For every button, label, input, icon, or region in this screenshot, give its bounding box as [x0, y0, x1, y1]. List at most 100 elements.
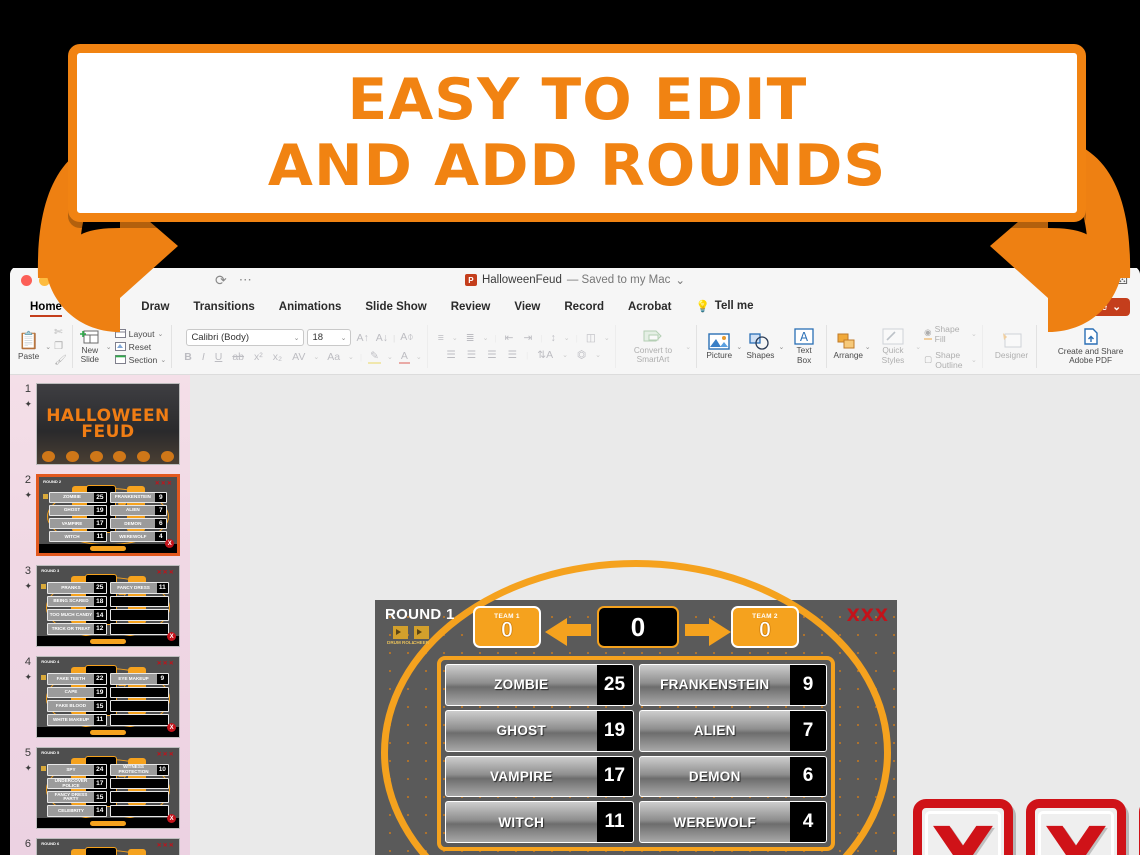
chevron-down-icon[interactable]: ⌄	[452, 334, 458, 342]
center-score-box[interactable]: 0	[597, 606, 679, 648]
paste-chevron-icon[interactable]: ⌄	[45, 343, 51, 351]
tab-tell-me[interactable]: 💡 Tell me	[683, 299, 765, 317]
chevron-down-icon[interactable]: ⌄	[564, 334, 570, 342]
slide-thumb-card[interactable]: ROUND 3✕✕✕0⬅0➡0PRANKS25FANCY DRESS11BEIN…	[36, 565, 180, 647]
slide-thumb-card[interactable]: ROUND 6✕✕✕0⬅0➡0X	[36, 838, 180, 855]
chevron-down-icon[interactable]: ⌄	[604, 334, 610, 342]
underline-button[interactable]: U	[213, 351, 225, 363]
strike-1[interactable]: X	[913, 799, 1013, 855]
arrange-chevron-icon[interactable]: ⌄	[865, 343, 871, 351]
answer-cell-left[interactable]: VAMPIRE 17	[445, 755, 634, 798]
slide-thumb-card[interactable]: ROUND 5✕✕✕0⬅0➡0SPY24WITNESS PROTECTION10…	[36, 747, 180, 829]
chevron-down-icon[interactable]: ⌄	[313, 353, 319, 361]
numbering-button[interactable]: ≣	[464, 332, 477, 344]
slide-thumbnail-pane[interactable]: 1 ✦ HALLOWEEN FEUD 2✦ROUND 2✕✕✕0⬅0➡0ZOMB…	[10, 375, 190, 855]
picture-button[interactable]: Picture	[705, 333, 733, 360]
picture-icon	[708, 333, 730, 350]
slide-thumbnail-4[interactable]: 4✦ROUND 4✕✕✕0⬅0➡0FAKE TEETH22EYE MAKEUP9…	[10, 652, 190, 743]
align-center-button[interactable]: ☰	[465, 349, 478, 361]
slide-thumbnail-5[interactable]: 5✦ROUND 5✕✕✕0⬅0➡0SPY24WITNESS PROTECTION…	[10, 743, 190, 834]
columns-button[interactable]: ◫	[584, 332, 598, 344]
italic-button[interactable]: I	[200, 351, 207, 363]
chevron-down-icon[interactable]: ⌄	[387, 353, 393, 361]
text-box-button[interactable]: A Text Box	[787, 328, 820, 365]
subscript-button[interactable]: x₂	[271, 351, 284, 363]
font-color-button[interactable]: A	[398, 350, 410, 364]
tab-slide-show[interactable]: Slide Show	[353, 301, 438, 317]
slide-thumbnail-1[interactable]: 1 ✦ HALLOWEEN FEUD	[10, 379, 190, 470]
tab-view[interactable]: View	[502, 301, 552, 317]
section-button[interactable]: Section ⌄	[114, 355, 166, 365]
answer-cell-right[interactable]: WEREWOLF 4	[638, 801, 827, 843]
mini-answer-left: TOO MUCH CANDY 14	[46, 609, 107, 622]
justify-button[interactable]: ☰	[506, 349, 519, 361]
paste-button[interactable]: 📋 Paste	[15, 331, 42, 361]
clear-formatting-button[interactable]: A⌽	[398, 331, 415, 344]
mini-answer-left: GHOST 19	[48, 505, 107, 517]
align-text-button[interactable]: ⏣	[575, 349, 588, 361]
strike-2[interactable]: X	[1026, 799, 1126, 855]
align-right-button[interactable]: ☰	[485, 349, 498, 361]
slide-thumb-card[interactable]: HALLOWEEN FEUD	[36, 383, 180, 465]
chevron-down-icon[interactable]: ⌄	[348, 353, 354, 361]
drum-roll-sound-button[interactable]: DRUM ROLL	[387, 626, 415, 645]
bold-button[interactable]: B	[182, 351, 194, 363]
tab-acrobat[interactable]: Acrobat	[616, 301, 683, 317]
new-slide-chevron-icon[interactable]: ⌄	[106, 343, 112, 351]
designer-button[interactable]: Designer	[992, 332, 1031, 360]
slide-thumb-card[interactable]: ROUND 4✕✕✕0⬅0➡0FAKE TEETH22EYE MAKEUP9CA…	[36, 656, 180, 738]
shapes-button[interactable]: Shapes	[745, 333, 775, 360]
mini-answer-points: 14	[94, 806, 106, 816]
slide-thumbnail-2[interactable]: 2✦ROUND 2✕✕✕0⬅0➡0ZOMBIE25FRANKENSTEIN9GH…	[10, 470, 190, 561]
smartart-chevron-icon[interactable]: ⌄	[685, 343, 691, 351]
text-highlight-button[interactable]: ✎	[368, 350, 381, 364]
team1-score-box[interactable]: TEAM 1 0	[473, 606, 541, 648]
text-direction-button[interactable]: ⇅A	[535, 349, 555, 361]
shape-outline-button[interactable]: ▢ Shape Outline ⌄	[924, 350, 977, 370]
picture-chevron-icon[interactable]: ⌄	[736, 343, 742, 351]
decrease-indent-button[interactable]: ⇤	[503, 332, 516, 344]
answer-cell-left[interactable]: GHOST 19	[445, 709, 634, 752]
answer-cell-right[interactable]: DEMON 6	[638, 755, 827, 798]
answer-cell-right[interactable]: ALIEN 7	[638, 709, 827, 752]
bullets-button[interactable]: ≡	[436, 332, 446, 344]
cheer-sound-button[interactable]: CHEER	[413, 626, 429, 645]
superscript-button[interactable]: x²	[252, 351, 265, 363]
chevron-down-icon[interactable]: ⌄	[675, 273, 685, 287]
quick-styles-chevron-icon[interactable]: ⌄	[915, 343, 921, 351]
convert-to-smartart-button[interactable]: Convert to SmartArt	[624, 329, 683, 365]
chevron-down-icon[interactable]: ⌄	[483, 334, 489, 342]
align-left-button[interactable]: ☰	[444, 349, 457, 361]
tab-review[interactable]: Review	[439, 301, 503, 317]
shapes-chevron-icon[interactable]: ⌄	[779, 343, 785, 351]
tab-record[interactable]: Record	[552, 301, 616, 317]
answers-grid[interactable]: ZOMBIE 25 FRANKENSTEIN 9 GHOST 19 ALIEN 7 VAMPIR…	[437, 656, 835, 851]
answer-cell-left[interactable]: ZOMBIE 25	[445, 664, 634, 706]
reset-button[interactable]: Reset	[114, 342, 167, 352]
increase-indent-button[interactable]: ⇥	[521, 332, 534, 344]
slide-canvas[interactable]: ROUND 1 DRUM ROLL CHEER TEAM 1 0 0 TEAM …	[190, 375, 1140, 855]
slide-thumbnail-6[interactable]: 6✦ROUND 6✕✕✕0⬅0➡0X	[10, 834, 190, 855]
chevron-down-icon[interactable]: ⌄	[595, 351, 601, 359]
line-spacing-button[interactable]: ↕	[549, 332, 558, 344]
answer-cell-left[interactable]: WITCH 11	[445, 801, 634, 843]
chevron-down-icon[interactable]: ⌄	[562, 351, 568, 359]
chevron-down-icon[interactable]: ⌄	[416, 353, 422, 361]
slide-thumb-card[interactable]: ROUND 2✕✕✕0⬅0➡0ZOMBIE25FRANKENSTEIN9GHOS…	[36, 474, 180, 556]
feud-game-board[interactable]: ROUND 1 DRUM ROLL CHEER TEAM 1 0 0 TEAM …	[375, 560, 897, 855]
change-case-button[interactable]: Aa	[325, 351, 342, 363]
character-spacing-button[interactable]: AV	[290, 351, 307, 363]
mini-answer-points: 18	[94, 596, 106, 607]
slide-thumbnail-3[interactable]: 3✦ROUND 3✕✕✕0⬅0➡0PRANKS25FANCY DRESS11BE…	[10, 561, 190, 652]
grow-font-button[interactable]: A↑	[354, 332, 370, 344]
team2-score-box[interactable]: TEAM 2 0	[731, 606, 799, 648]
format-painter-icon[interactable]: 🖌	[54, 355, 67, 366]
font-size-select[interactable]: 18 ⌄	[307, 329, 352, 346]
copy-icon[interactable]: ❐	[54, 341, 67, 352]
arrange-button[interactable]: Arrange	[834, 333, 863, 360]
shrink-font-button[interactable]: A↓	[374, 332, 390, 344]
strikethrough-button[interactable]: ab	[230, 351, 246, 363]
answer-cell-right[interactable]: FRANKENSTEIN 9	[638, 664, 827, 706]
slide-number: 6✦	[14, 838, 36, 855]
mini-answers-grid: ZOMBIE 25 FRANKENSTEIN 9 GHOST 19 ALIEN 7 VAMPIR…	[48, 492, 168, 543]
